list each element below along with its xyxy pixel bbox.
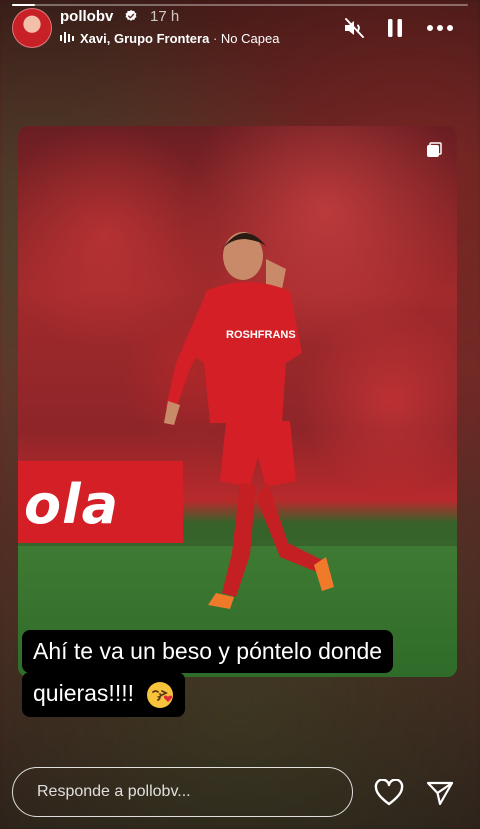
ad-banner-text: ola [24,473,120,536]
caption-line-1: Ahí te va un beso y póntelo donde [22,630,394,673]
caption-line-2-text: quieras!!!! [33,680,134,706]
caption-line-2: quieras!!!! [22,672,186,717]
jersey-sponsor-text: ROSHFRANS [226,329,296,341]
send-icon[interactable] [426,779,454,807]
mute-button[interactable] [342,16,366,40]
story-header: pollobv 17 h Xavi, Grupo Frontera · No C… [0,0,480,60]
kissing-face-emoji [147,681,174,708]
multiple-photos-icon [427,142,442,157]
more-options-icon [427,25,453,31]
music-song: No Capea [220,31,280,46]
music-artist: Xavi, Grupo Frontera [80,31,210,46]
music-bars-icon [60,32,74,43]
verified-badge-icon [125,9,137,21]
football-player-figure: ROSHFRANS [164,232,334,609]
muted-speaker-icon [345,18,364,38]
pause-button[interactable] [383,16,407,40]
username[interactable]: pollobv [60,8,113,25]
heart-icon[interactable] [374,779,404,807]
music-separator: · [212,31,218,46]
post-time: 17 h [150,8,180,25]
more-options-button[interactable] [426,16,454,40]
music-info[interactable]: Xavi, Grupo Frontera · No Capea [80,31,279,46]
pause-icon [388,19,402,37]
reply-placeholder: Responde a pollobv... [37,783,191,800]
story-photo[interactable]: ola ROSHFRANS [18,126,457,677]
reply-input[interactable]: Responde a pollobv... [12,767,353,817]
avatar[interactable] [12,8,52,48]
